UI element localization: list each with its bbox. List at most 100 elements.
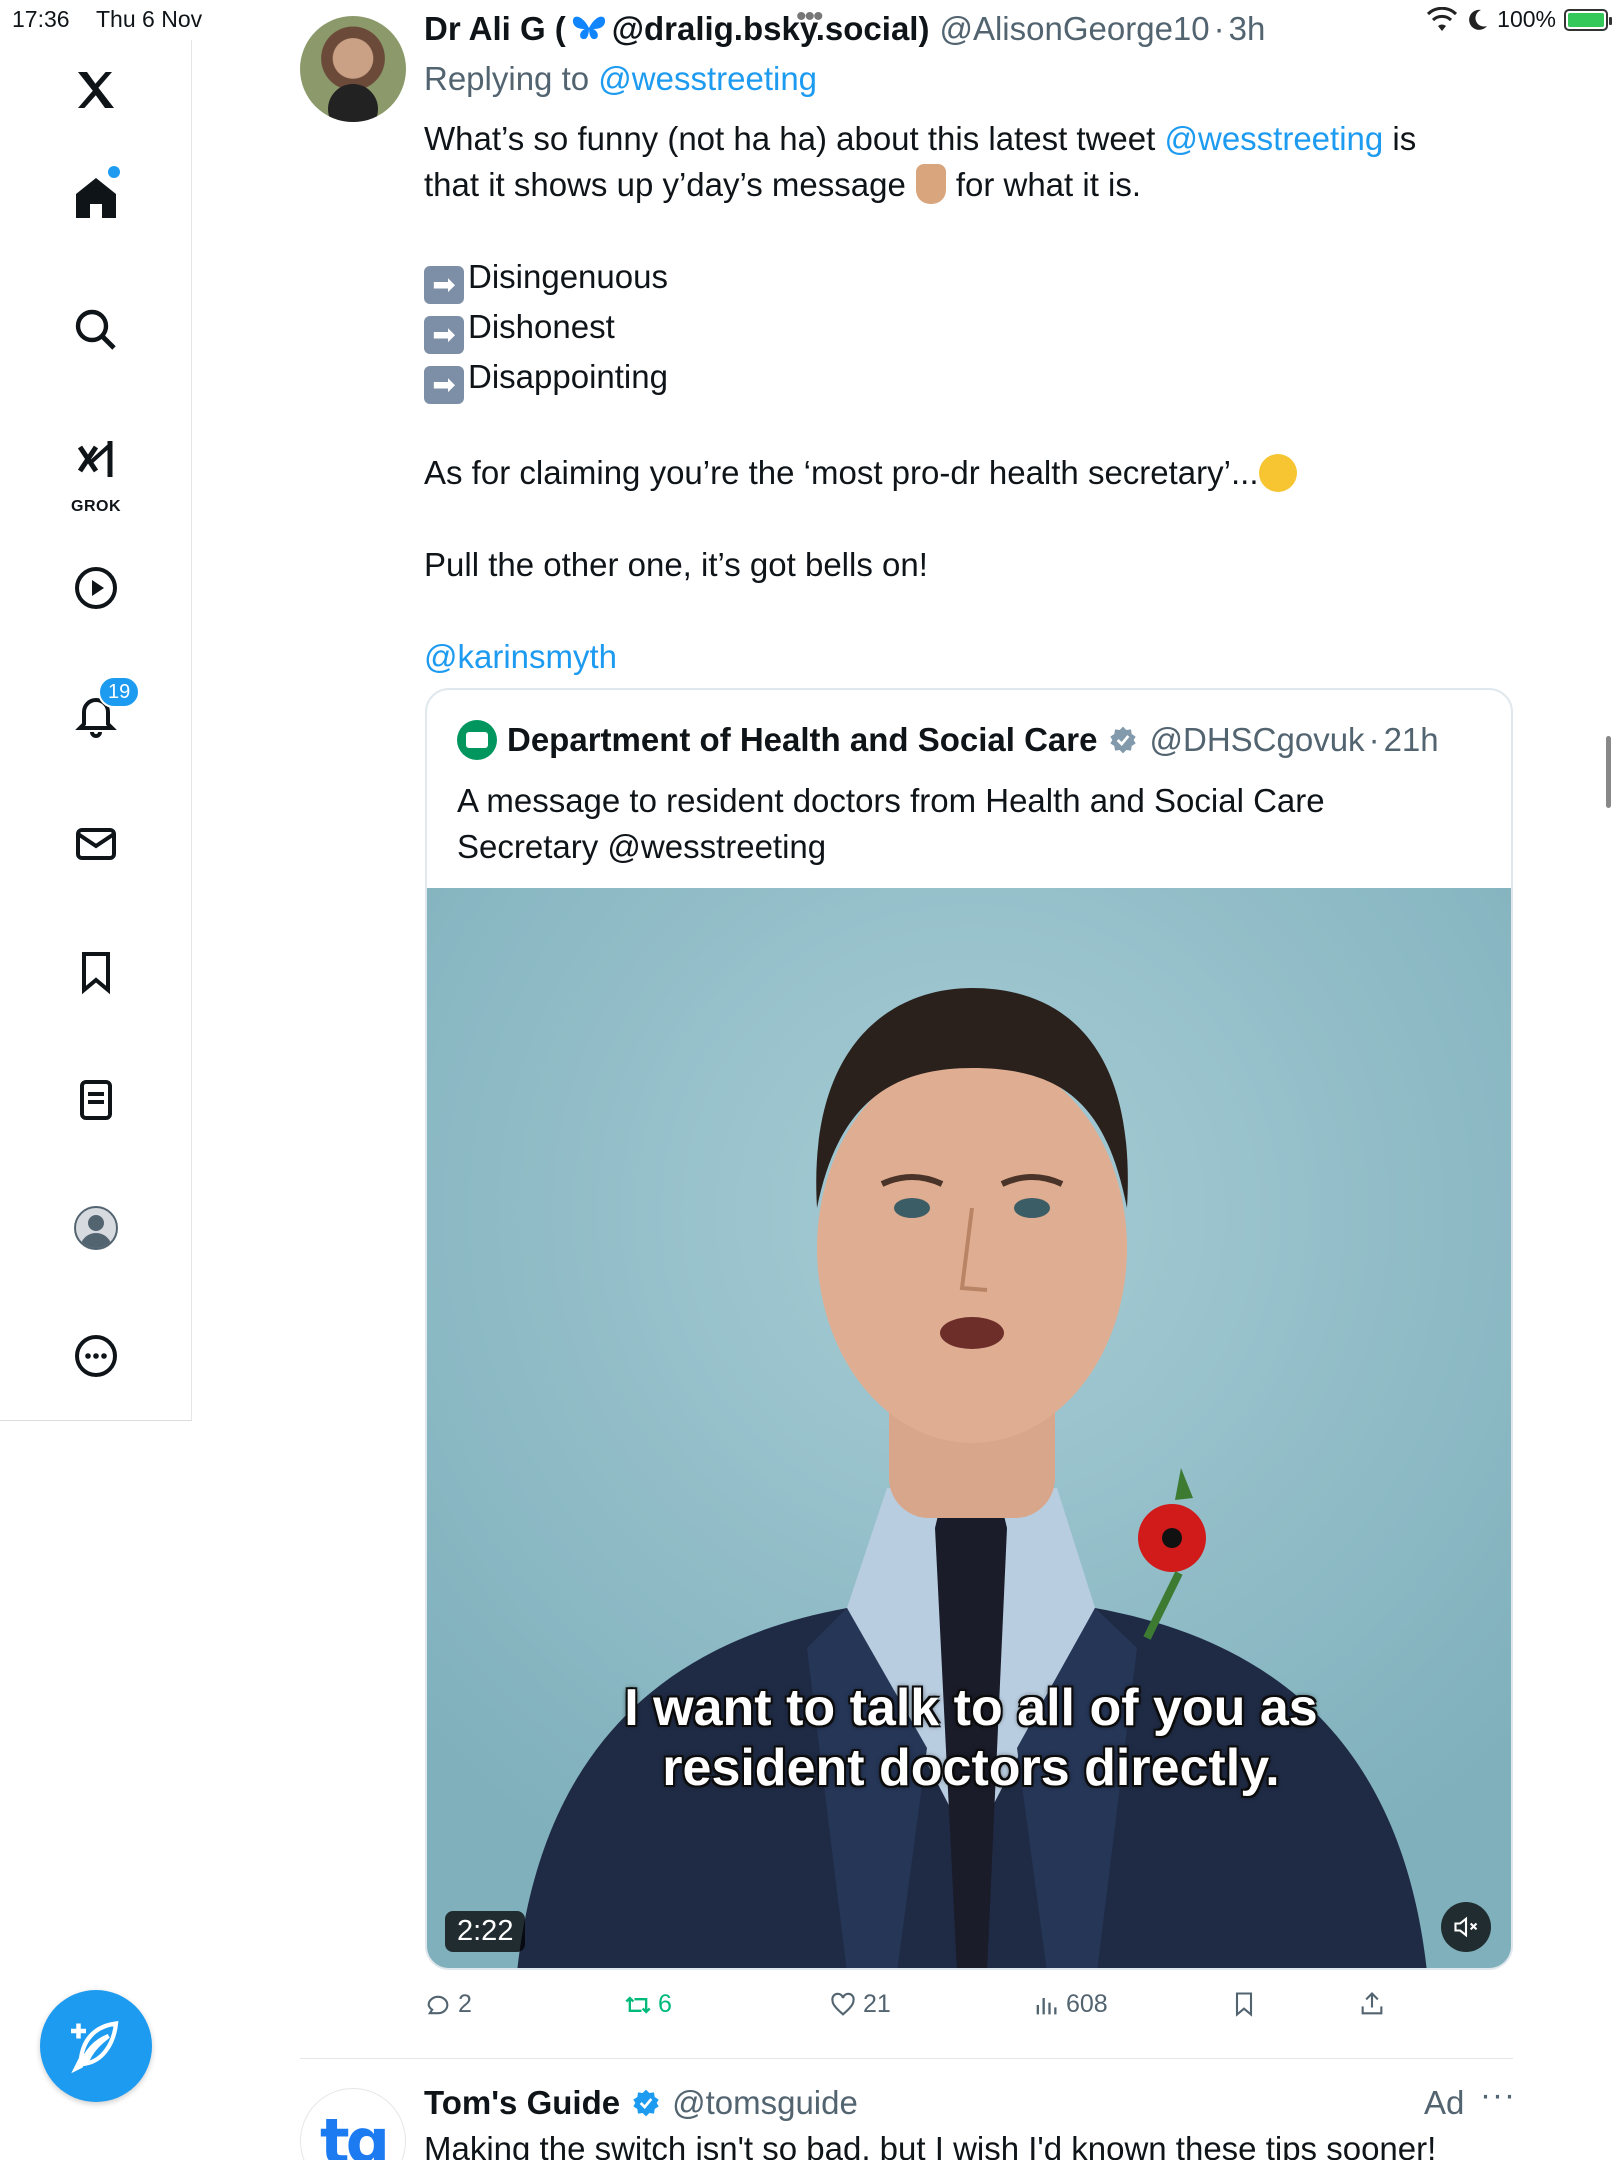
sidebar-item-home[interactable] (56, 158, 136, 238)
tweet-time[interactable]: 3h (1229, 10, 1266, 48)
right-arrow-emoji-icon: ➡ (424, 366, 464, 404)
battery-icon (1564, 8, 1612, 31)
quoted-handle[interactable]: @DHSCgovuk (1149, 721, 1364, 759)
heart-icon (831, 1992, 855, 2016)
sidebar-item-video[interactable] (56, 548, 136, 628)
views-count: 608 (1066, 1990, 1108, 2018)
status-indicators: 100% (1425, 6, 1612, 33)
mail-icon (76, 828, 116, 860)
bookmark-icon (82, 952, 110, 995)
play-icon (75, 567, 117, 609)
video-duration: 2:22 (445, 1911, 526, 1952)
quoted-text-line: A message to resident doctors from Healt… (457, 782, 1325, 819)
views-icon (1036, 1997, 1057, 2014)
quoted-time[interactable]: 21h (1384, 721, 1439, 759)
author-avatar[interactable] (300, 16, 406, 122)
tweet-text-segment: for what it is. (955, 166, 1142, 203)
bookmark-icon (1235, 1992, 1253, 2017)
bullet-item: ➡ Disingenuous (424, 254, 1504, 304)
status-time: 17:36 (12, 6, 70, 32)
tweet-text: What’s so funny (not ha ha) about this l… (424, 116, 1504, 680)
sidebar-item-messages[interactable] (56, 804, 136, 884)
share-icon (1361, 1992, 1383, 2015)
bullet-item: ➡ Dishonest (424, 304, 1504, 354)
compose-icon (71, 2021, 119, 2074)
sidebar-item-grok[interactable]: GROK (56, 420, 136, 520)
x-logo-icon (78, 72, 114, 108)
replying-prefix: Replying to (424, 60, 590, 97)
ad-text: Making the switch isn't so bad, but I wi… (424, 2130, 1437, 2160)
list-icon (80, 1080, 112, 1120)
retweet-count: 6 (658, 1990, 672, 2018)
moon-icon (1469, 9, 1488, 30)
quoted-text-line: Secretary @wesstreeting (457, 828, 827, 865)
tweet-line: that it shows up y’day’s message for what… (424, 162, 1504, 208)
replying-mention[interactable]: @wesstreeting (598, 60, 817, 97)
meta-separator: · (1213, 10, 1225, 47)
verified-badge-icon (1110, 726, 1137, 754)
ad-avatar[interactable]: tg (300, 2088, 406, 2160)
mention-link[interactable]: @karinsmyth (424, 638, 617, 675)
author-handle[interactable]: @AlisonGeorge10 (939, 10, 1209, 48)
tweet-line: Pull the other one, it’s got bells on! (424, 546, 928, 583)
dhsc-logo-icon (457, 720, 497, 760)
views-button[interactable]: 608 (1032, 1990, 1108, 2019)
author-name-text: Dr Ali G ( (424, 10, 566, 47)
wifi-icon (1427, 6, 1458, 31)
verified-badge-icon (633, 2089, 659, 2117)
butterfly-icon (572, 16, 605, 40)
muted-speaker-icon (1454, 1916, 1478, 1938)
status-date: Thu 6 Nov (96, 6, 203, 32)
tweet-text-segment: that it shows up y’day’s message (424, 166, 906, 203)
pointing-down-emoji-icon (915, 164, 946, 204)
unread-dot (108, 166, 120, 178)
compose-button[interactable] (40, 1990, 152, 2102)
bullet-text: Disappointing (468, 358, 668, 395)
mention-link[interactable]: @wesstreeting (1164, 120, 1383, 157)
quoted-tweet[interactable]: Department of Health and Social Care @DH… (425, 688, 1513, 1970)
quoted-tweet-text: A message to resident doctors from Healt… (457, 778, 1477, 870)
sidebar-item-search[interactable] (56, 290, 136, 370)
tweet-text-segment: is (1392, 120, 1417, 157)
ad-handle[interactable]: @tomsguide (672, 2084, 858, 2122)
video-frame-image (427, 888, 1511, 1968)
ad-label: Ad (1424, 2084, 1465, 2121)
sidebar-item-profile[interactable] (56, 1188, 136, 1268)
mute-button[interactable] (1441, 1902, 1491, 1952)
search-icon (75, 309, 116, 350)
sidebar-item-more[interactable] (56, 1316, 136, 1396)
quoted-author-name[interactable]: Department of Health and Social Care (507, 721, 1097, 759)
retweet-button[interactable]: 6 (624, 1990, 672, 2019)
sidebar-item-lists[interactable] (56, 1060, 136, 1140)
tweet-line: As for claiming you’re the ‘most pro-dr … (424, 450, 1504, 496)
author-name[interactable]: Dr Ali G ( @dralig.bsky.social) (424, 10, 929, 48)
video-player[interactable]: I want to talk to all of you as resident… (427, 888, 1511, 1968)
video-caption: I want to talk to all of you as resident… (427, 1678, 1511, 1798)
right-arrow-emoji-icon: ➡ (424, 266, 464, 304)
sidebar-item-bookmarks[interactable] (56, 932, 136, 1012)
reply-icon (427, 1995, 449, 2014)
sidebar-divider (0, 1420, 192, 1421)
video-caption-line: resident doctors directly. (662, 1739, 1280, 1797)
bookmark-button[interactable] (1230, 1990, 1258, 2018)
tweet-header: Dr Ali G ( @dralig.bsky.social) @AlisonGe… (424, 10, 1265, 48)
like-button[interactable]: 21 (829, 1990, 891, 2019)
bullet-text: Disingenuous (468, 258, 668, 295)
reply-count: 2 (458, 1990, 472, 2018)
sidebar-item-notifications[interactable]: 19 (56, 676, 141, 756)
more-icon (75, 1335, 117, 1377)
ad-author-name[interactable]: Tom's Guide (424, 2084, 620, 2122)
replying-to: Replying to @wesstreeting (424, 60, 817, 98)
reply-button[interactable]: 2 (424, 1990, 472, 2019)
author-name-bluesky: @dralig.bsky.social) (611, 10, 930, 47)
more-options-icon[interactable]: ··· (1480, 2076, 1516, 2114)
scrollbar[interactable] (1606, 736, 1611, 808)
tweet-divider (300, 2058, 1513, 2059)
sidebar-nav: GROK 19 (0, 40, 192, 1420)
sidebar-item-x-logo[interactable] (56, 50, 136, 130)
profile-icon (74, 1206, 118, 1250)
tweet-text-segment: As for claiming you’re the ‘most pro-dr … (424, 454, 1259, 491)
tweet-line: What’s so funny (not ha ha) about this l… (424, 116, 1504, 162)
retweet-icon (625, 1995, 651, 2014)
share-button[interactable] (1358, 1990, 1386, 2018)
